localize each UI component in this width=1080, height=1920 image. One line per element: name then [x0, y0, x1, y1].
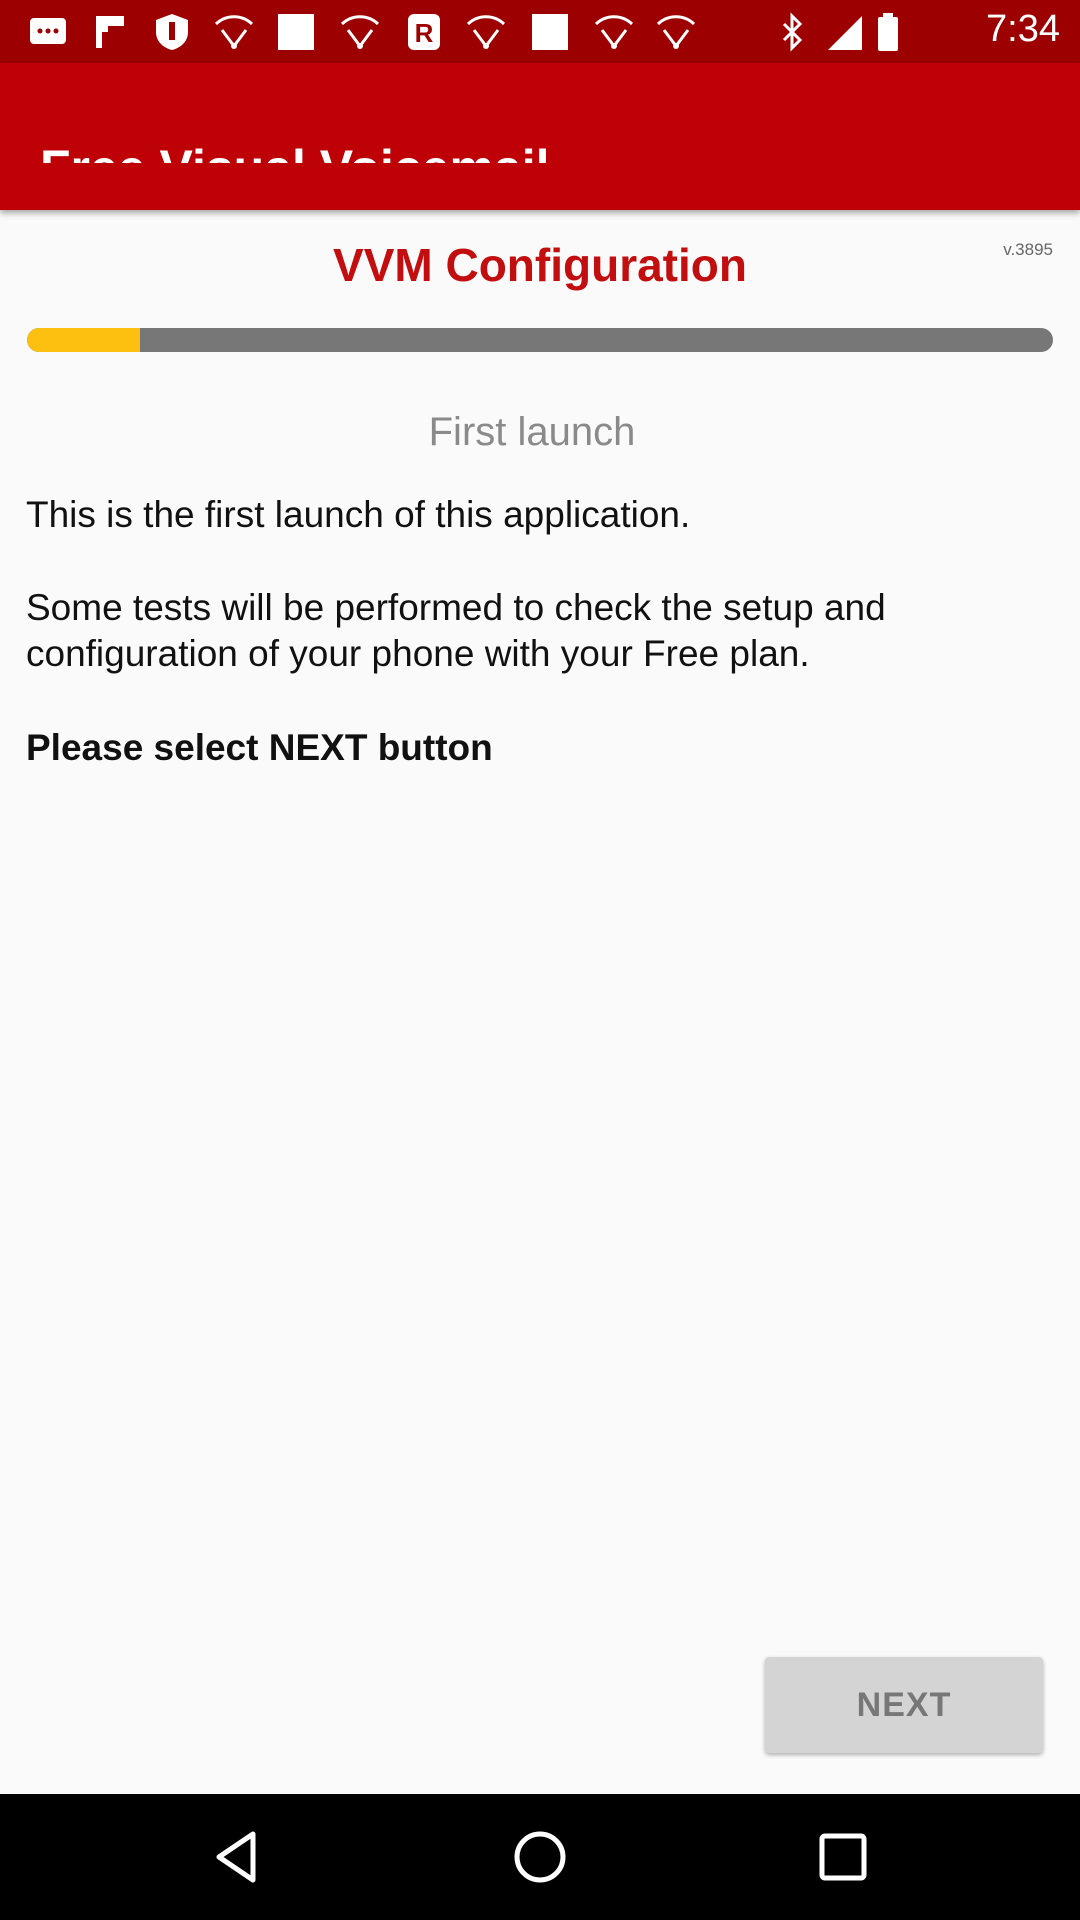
wifi-icon [656, 15, 696, 49]
wifi-icon [466, 15, 506, 49]
signal-icon [828, 16, 862, 50]
app-bar: Free Visual Voicemail [0, 63, 1080, 210]
tests-paragraph: Some tests will be performed to check th… [26, 587, 886, 674]
message-icon [30, 18, 66, 44]
version-label: v.3895 [1003, 240, 1053, 259]
instruction-text: Please select NEXT button [26, 727, 493, 768]
next-button[interactable]: NEXT [765, 1657, 1043, 1753]
app-title: Free Visual Voicemail [40, 103, 550, 163]
r-app-icon: R [408, 14, 440, 50]
svg-text:R: R [415, 18, 434, 48]
progress-fill [27, 328, 140, 352]
square-icon [278, 14, 314, 50]
shield-icon [156, 14, 188, 50]
wifi-icon [340, 15, 380, 49]
battery-icon [878, 13, 898, 51]
page-title: VVM Configuration [333, 239, 747, 291]
progress-bar [27, 328, 1053, 352]
back-icon[interactable] [205, 1824, 271, 1890]
status-bar: R 7:34 [0, 0, 1080, 63]
recents-icon[interactable] [810, 1824, 876, 1890]
clock: 7:34 [986, 8, 1060, 50]
intro-paragraph: This is the first launch of this applica… [26, 494, 691, 535]
wifi-icon [594, 15, 634, 49]
home-icon[interactable] [507, 1824, 573, 1890]
wifi-icon [214, 15, 254, 49]
section-title: First launch [428, 410, 636, 454]
flag-icon [96, 16, 124, 48]
navigation-bar [0, 1794, 1080, 1920]
square-icon [532, 14, 568, 50]
bluetooth-icon [782, 12, 803, 52]
